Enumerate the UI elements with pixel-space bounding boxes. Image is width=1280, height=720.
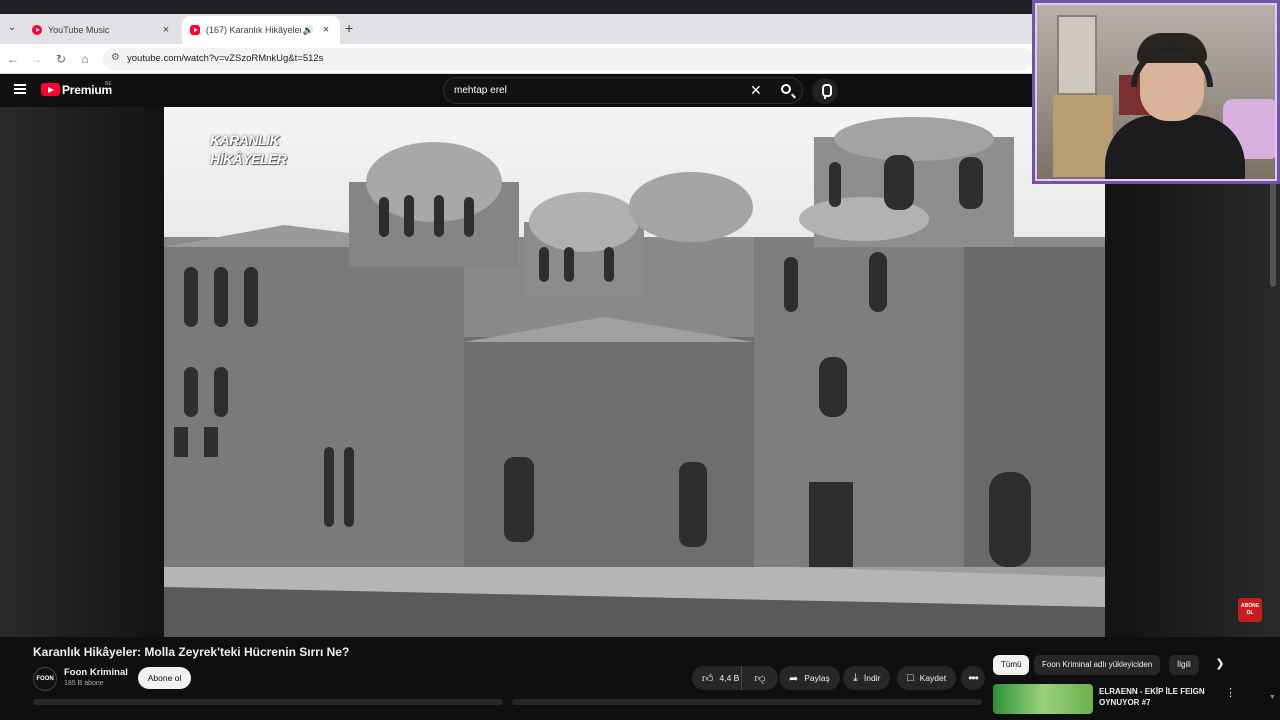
new-tab-plus-icon[interactable]: + <box>345 20 353 36</box>
site-settings-icon[interactable]: ⚙ <box>111 52 120 63</box>
chip-all[interactable]: Tümü <box>993 655 1030 675</box>
address-bar-row: ← → ↻ ⌂ ⚙ youtube.com/watch?v=vZSzoRMnkU… <box>0 44 1040 74</box>
share-button[interactable]: ➦ Paylaş <box>779 666 840 690</box>
subscriber-count: 185 B abone <box>64 680 104 687</box>
tab-video[interactable]: (167) Karanlık Hikâyeler: Mo 🔊 × <box>182 16 340 44</box>
more-horizontal-icon: ••• <box>968 671 979 685</box>
comments-box-edge <box>512 699 982 705</box>
watermark-line-1: KARANLIK <box>210 132 280 148</box>
subscribe-watermark-badge[interactable]: ABONE OL <box>1238 598 1262 622</box>
save-label: Kaydet <box>919 673 947 683</box>
region-code: BE <box>105 81 112 87</box>
tab-youtube-music[interactable]: YouTube Music × <box>24 16 180 44</box>
channel-name[interactable]: Foon Kriminal <box>64 667 128 678</box>
search-input[interactable]: mehtap erel <box>454 85 507 96</box>
more-actions-button[interactable]: ••• <box>961 666 985 690</box>
forward-arrow-icon[interactable]: → <box>28 51 44 67</box>
recommendation-title[interactable]: ELRAENN - EKİP İLE FEIGN OYNUYOR #7 <box>1099 686 1209 708</box>
tab-search-chevron-icon[interactable]: ⌄ <box>4 20 20 36</box>
like-count: 4,4 B <box>719 673 740 683</box>
reload-icon[interactable]: ↻ <box>53 51 69 67</box>
url-text: youtube.com/watch?v=vZSzoRMnkUg&t=512s <box>127 53 324 64</box>
search-button[interactable] <box>773 79 801 103</box>
youtube-logo-icon[interactable] <box>41 83 60 96</box>
video-player[interactable]: KARANLIK HİKÂYELER <box>164 107 1105 637</box>
menu-hamburger-icon[interactable] <box>14 84 26 94</box>
back-arrow-icon[interactable]: ← <box>5 51 21 67</box>
download-icon: ⤓ <box>853 671 858 684</box>
recommendation-more-icon[interactable]: ⋮ <box>1225 686 1236 699</box>
church-photo <box>164 117 1105 637</box>
recommendation-thumbnail[interactable] <box>993 684 1093 714</box>
description-box-edge <box>33 699 503 705</box>
chips-next-chevron-icon[interactable]: ❯ <box>1212 656 1228 672</box>
url-input[interactable]: ⚙ youtube.com/watch?v=vZSzoRMnkUg&t=512s <box>103 48 1033 70</box>
search-box[interactable]: mehtap erel ✕ <box>443 77 803 104</box>
scroll-down-arrow-icon[interactable]: ▼ <box>1269 694 1276 701</box>
download-label: İndir <box>863 673 881 683</box>
tab-title: YouTube Music <box>48 25 110 35</box>
like-button[interactable]: 👍︎ 4,4 B <box>692 666 742 690</box>
webcam-overlay <box>1032 0 1280 184</box>
tab-close-icon[interactable]: × <box>160 24 172 36</box>
thumbs-up-icon: 👍︎ <box>702 672 714 685</box>
youtube-music-favicon-icon <box>32 25 42 35</box>
watermark-line-2: HİKÂYELER <box>210 151 287 167</box>
bookmark-icon: □ <box>907 672 914 684</box>
video-watermark: KARANLIK HİKÂYELER <box>210 131 287 169</box>
youtube-favicon-icon <box>190 25 200 35</box>
tab-close-icon[interactable]: × <box>320 24 332 36</box>
tab-title: (167) Karanlık Hikâyeler: Mo <box>206 25 301 35</box>
share-icon: ➦ <box>789 672 799 685</box>
clear-search-icon[interactable]: ✕ <box>750 82 762 99</box>
save-button[interactable]: □ Kaydet <box>897 666 957 690</box>
channel-avatar[interactable]: FOON <box>33 667 57 691</box>
search-icon <box>781 84 791 94</box>
share-label: Paylaş <box>804 673 830 683</box>
chip-related[interactable]: İlgili <box>1169 655 1199 675</box>
video-info-section: Karanlık Hikâyeler: Molla Zeyrek'teki Hü… <box>0 637 1280 720</box>
chip-from-uploader[interactable]: Foon Kriminal adlı yükleyiciden <box>1034 655 1161 675</box>
home-icon[interactable]: ⌂ <box>77 51 93 67</box>
dislike-button[interactable]: 👎︎ <box>742 672 778 685</box>
video-title: Karanlık Hikâyeler: Molla Zeyrek'teki Hü… <box>33 645 350 659</box>
speaker-icon[interactable]: 🔊 <box>303 25 314 36</box>
voice-search-mic-icon[interactable] <box>812 78 838 104</box>
webcam-frame <box>1035 3 1277 181</box>
subscribe-button[interactable]: Abone ol <box>138 667 191 689</box>
like-dislike-group: 👍︎ 4,4 B 👎︎ <box>692 666 778 690</box>
tab-strip: ⌄ YouTube Music × (167) Karanlık Hikâyel… <box>0 14 1040 44</box>
download-button[interactable]: ⤓ İndir <box>843 666 891 690</box>
thumbs-down-icon: 👎︎ <box>754 672 766 685</box>
